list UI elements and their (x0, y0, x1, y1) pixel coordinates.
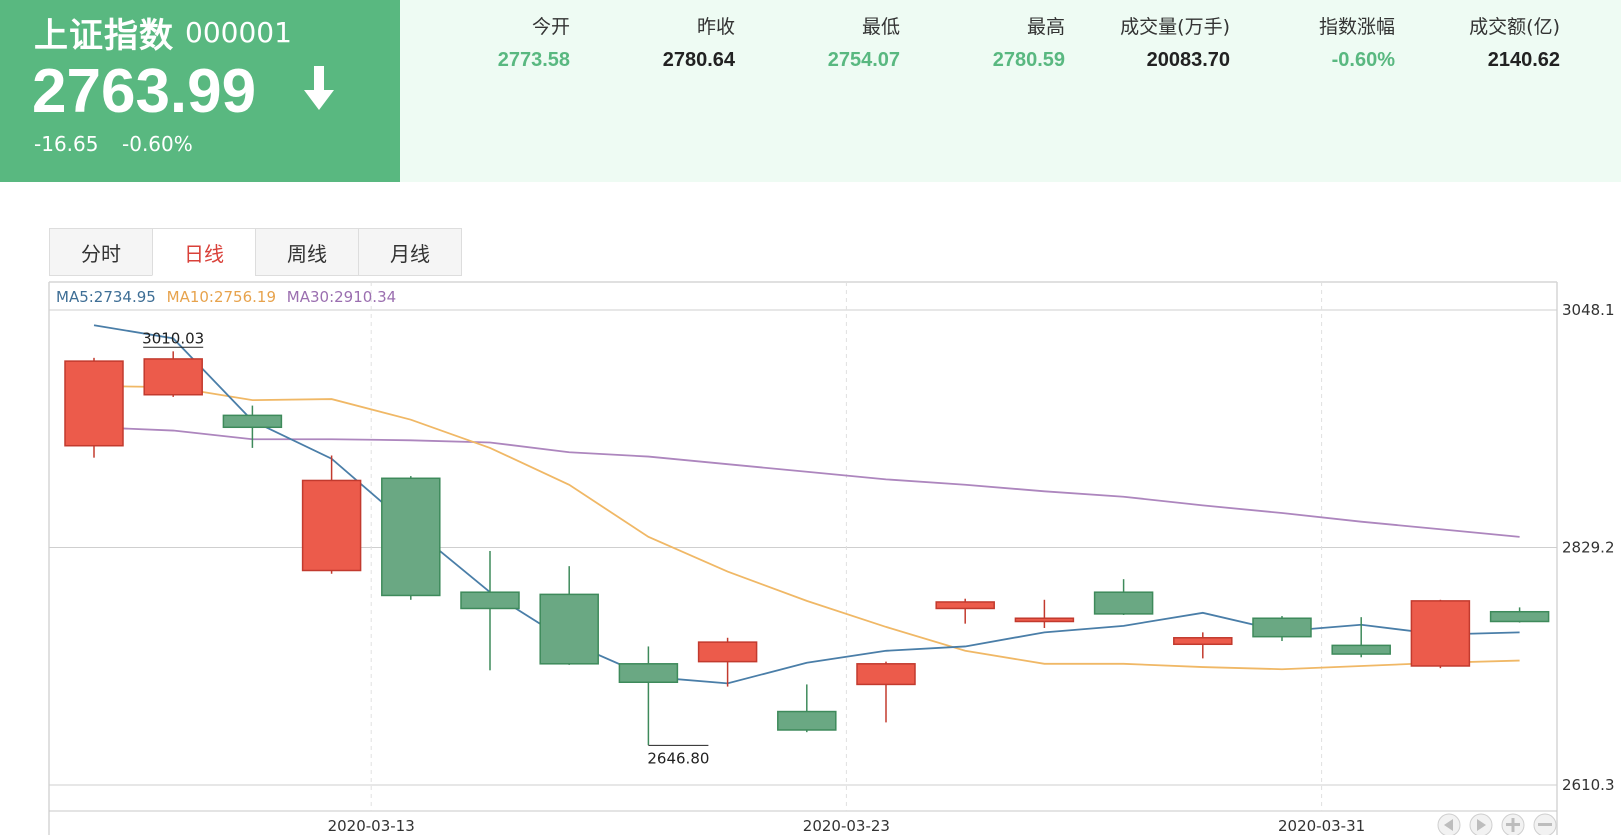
high-price-label: 3010.03 (142, 329, 204, 347)
candle-up (1173, 632, 1233, 659)
ma30-legend: MA30:2910.34 (287, 288, 396, 306)
candle-body (935, 601, 995, 610)
candle-body (618, 663, 679, 684)
scroll-left-icon[interactable] (1437, 813, 1461, 835)
y-tick-label: 2610.3 (1562, 776, 1615, 794)
candlestick-chart: 3048.1 2829.2 2610.3 2020-03-13 2020-03-23 20… (48, 281, 1615, 835)
chart-grid (49, 282, 1557, 811)
chart-labels: 3048.1 2829.2 2610.3 2020-03-13 2020-03-23 20… (142, 301, 1614, 835)
candle-down (1331, 617, 1391, 658)
candle-body (856, 663, 916, 686)
candle-body (1252, 617, 1312, 638)
candle-body (460, 591, 520, 610)
zoom-in-icon[interactable] (1501, 813, 1525, 835)
candle-body (1093, 591, 1154, 615)
candle-body (64, 360, 124, 447)
candle-down (777, 684, 837, 733)
candles (64, 351, 1550, 746)
candle-up (935, 598, 995, 624)
candle-down (222, 405, 283, 448)
ma5-legend: MA5:2734.95 (56, 288, 156, 306)
candle-body (777, 710, 837, 731)
x-tick-label: 2020-03-13 (328, 817, 415, 835)
candle-body (539, 593, 599, 665)
candle-down (460, 550, 520, 671)
scroll-right-icon[interactable] (1469, 813, 1493, 835)
x-tick-label: 2020-03-31 (1278, 817, 1365, 835)
low-price-label: 2646.80 (647, 749, 709, 767)
candle-body (222, 414, 283, 429)
candle-body (381, 477, 441, 597)
zoom-out-icon[interactable] (1533, 813, 1557, 835)
x-tick-label: 2020-03-23 (803, 817, 890, 835)
candle-body (1331, 644, 1391, 655)
candle-body (1489, 610, 1550, 623)
candle-body (1410, 600, 1471, 667)
candle-body (1173, 637, 1233, 646)
ma10-legend: MA10:2756.19 (167, 288, 276, 306)
candle-body (697, 641, 758, 663)
y-tick-label: 3048.1 (1562, 301, 1615, 319)
candle-up (697, 637, 758, 687)
chart-navigation-controls (1437, 813, 1557, 835)
candle-up (301, 455, 362, 574)
candle-body (143, 358, 203, 396)
candle-body (301, 479, 362, 572)
candle-up (1410, 599, 1471, 669)
candle-down (539, 566, 599, 665)
candle-up (1014, 599, 1075, 629)
candle-up (856, 661, 916, 723)
y-tick-label: 2829.2 (1562, 539, 1615, 557)
candle-body (1014, 617, 1075, 623)
candle-down (618, 646, 679, 746)
ma-legend: MA5:2734.95 MA10:2756.19 MA30:2910.34 (56, 288, 396, 306)
candle-down (381, 476, 441, 600)
candle-down (1093, 579, 1154, 615)
candle-down (1489, 607, 1550, 623)
candle-up (64, 357, 124, 458)
candle-down (1252, 616, 1312, 642)
